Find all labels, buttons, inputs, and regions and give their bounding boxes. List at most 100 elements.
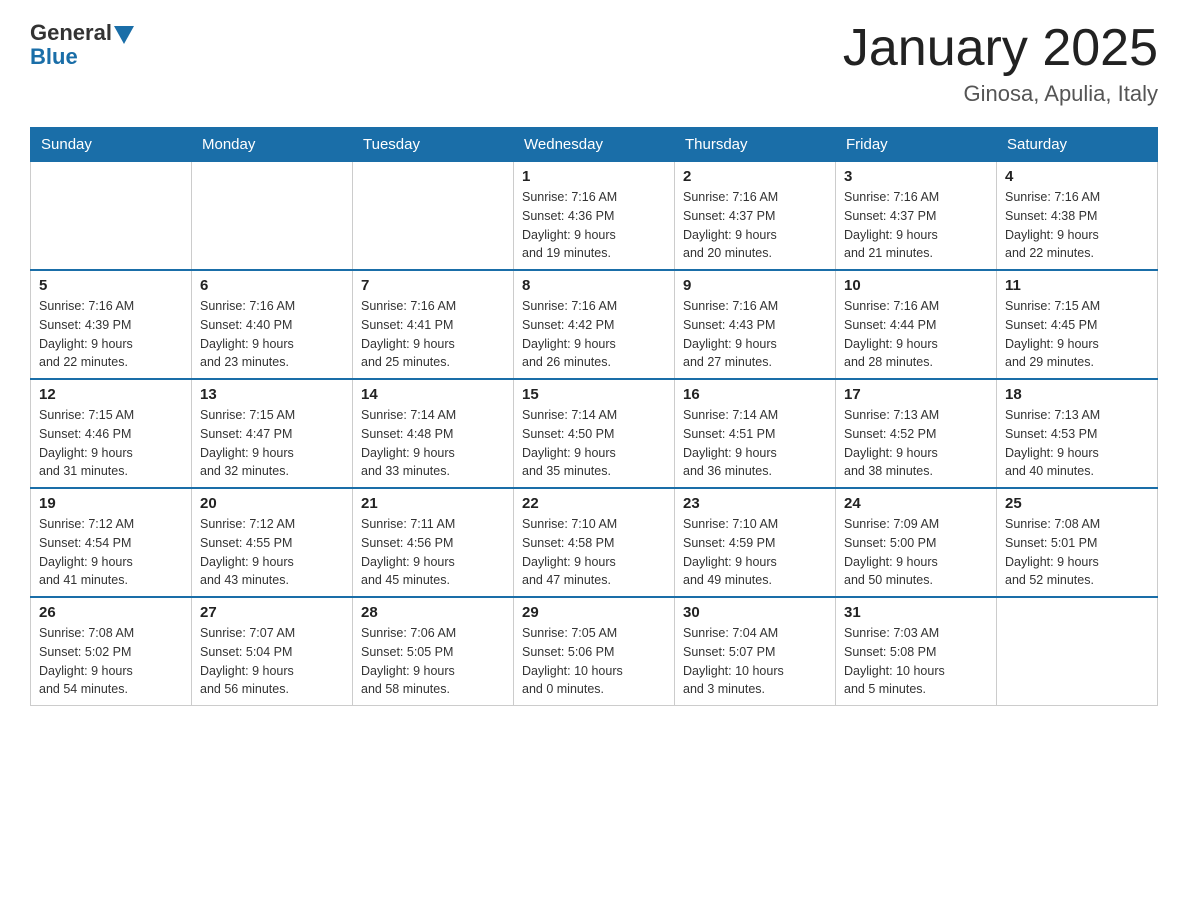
- calendar-week-row: 1Sunrise: 7:16 AMSunset: 4:36 PMDaylight…: [31, 162, 1158, 271]
- day-number: 15: [522, 386, 666, 403]
- calendar-cell: [353, 162, 514, 271]
- day-number: 2: [683, 168, 827, 185]
- calendar-cell: [997, 597, 1158, 706]
- calendar-cell: 27 Sunrise: 7:07 AMSunset: 5:04 PMDayligh…: [192, 597, 353, 706]
- day-number: 17: [844, 386, 988, 403]
- day-number: 7: [361, 277, 505, 294]
- day-number: 28: [361, 604, 505, 621]
- day-number: 25: [1005, 495, 1149, 512]
- weekday-header-saturday: Saturday: [997, 128, 1158, 162]
- day-number: 24: [844, 495, 988, 512]
- calendar-cell: 28 Sunrise: 7:06 AMSunset: 5:05 PMDayligh…: [353, 597, 514, 706]
- calendar-cell: 18Sunrise: 7:13 AMSunset: 4:53 PMDayligh…: [997, 379, 1158, 488]
- day-number: 3: [844, 168, 988, 185]
- calendar-week-row: 26Sunrise: 7:08 AMSunset: 5:02 PMDayligh…: [31, 597, 1158, 706]
- calendar-cell: 4 Sunrise: 7:16 AMSunset: 4:38 PMDaylight…: [997, 162, 1158, 271]
- calendar-cell: 6 Sunrise: 7:16 AMSunset: 4:40 PMDaylight…: [192, 270, 353, 379]
- day-info: Sunrise: 7:11 AMSunset: 4:56 PMDaylight:…: [361, 515, 505, 590]
- day-info: Sunrise: 7:04 AMSunset: 5:07 PMDaylight:…: [683, 624, 827, 699]
- calendar-cell: 10 Sunrise: 7:16 AMSunset: 4:44 PMDayligh…: [836, 270, 997, 379]
- day-info: Sunrise: 7:07 AMSunset: 5:04 PMDaylight:…: [200, 624, 344, 699]
- day-number: 8: [522, 277, 666, 294]
- weekday-header-friday: Friday: [836, 128, 997, 162]
- calendar-cell: 19 Sunrise: 7:12 AMSunset: 4:54 PMDayligh…: [31, 488, 192, 597]
- day-number: 6: [200, 277, 344, 294]
- day-info: Sunrise: 7:13 AMSunset: 4:52 PMDaylight:…: [844, 406, 988, 481]
- day-number: 5: [39, 277, 183, 294]
- calendar-cell: 15 Sunrise: 7:14 AMSunset: 4:50 PMDayligh…: [514, 379, 675, 488]
- day-number: 29: [522, 604, 666, 621]
- weekday-header-monday: Monday: [192, 128, 353, 162]
- day-number: 13: [200, 386, 344, 403]
- calendar-cell: 8 Sunrise: 7:16 AMSunset: 4:42 PMDaylight…: [514, 270, 675, 379]
- day-info: Sunrise: 7:14 AMSunset: 4:50 PMDaylight:…: [522, 406, 666, 481]
- calendar-cell: 13 Sunrise: 7:15 AMSunset: 4:47 PMDayligh…: [192, 379, 353, 488]
- day-info: Sunrise: 7:14 AMSunset: 4:51 PMDaylight:…: [683, 406, 827, 481]
- day-info: Sunrise: 7:16 AMSunset: 4:39 PMDaylight:…: [39, 297, 183, 372]
- day-number: 4: [1005, 168, 1149, 185]
- calendar-cell: [192, 162, 353, 271]
- day-number: 26: [39, 604, 183, 621]
- logo-blue-text: Blue: [30, 44, 78, 70]
- day-info: Sunrise: 7:10 AMSunset: 4:59 PMDaylight:…: [683, 515, 827, 590]
- weekday-header-thursday: Thursday: [675, 128, 836, 162]
- day-number: 16: [683, 386, 827, 403]
- day-info: Sunrise: 7:15 AMSunset: 4:47 PMDaylight:…: [200, 406, 344, 481]
- day-info: Sunrise: 7:15 AMSunset: 4:46 PMDaylight:…: [39, 406, 183, 481]
- day-number: 1: [522, 168, 666, 185]
- calendar-cell: 16 Sunrise: 7:14 AMSunset: 4:51 PMDayligh…: [675, 379, 836, 488]
- calendar-cell: 3 Sunrise: 7:16 AMSunset: 4:37 PMDaylight…: [836, 162, 997, 271]
- weekday-header-tuesday: Tuesday: [353, 128, 514, 162]
- calendar-cell: 2 Sunrise: 7:16 AMSunset: 4:37 PMDaylight…: [675, 162, 836, 271]
- day-number: 18: [1005, 386, 1149, 403]
- day-number: 19: [39, 495, 183, 512]
- day-info: Sunrise: 7:16 AMSunset: 4:37 PMDaylight:…: [844, 188, 988, 263]
- weekday-header-sunday: Sunday: [31, 128, 192, 162]
- calendar-cell: 17 Sunrise: 7:13 AMSunset: 4:52 PMDayligh…: [836, 379, 997, 488]
- page-header: General Blue January 2025 Ginosa, Apulia…: [30, 20, 1158, 107]
- calendar-subtitle: Ginosa, Apulia, Italy: [843, 81, 1158, 107]
- day-number: 10: [844, 277, 988, 294]
- day-info: Sunrise: 7:06 AMSunset: 5:05 PMDaylight:…: [361, 624, 505, 699]
- calendar-cell: 20Sunrise: 7:12 AMSunset: 4:55 PMDayligh…: [192, 488, 353, 597]
- day-info: Sunrise: 7:16 AMSunset: 4:41 PMDaylight:…: [361, 297, 505, 372]
- calendar-cell: 12 Sunrise: 7:15 AMSunset: 4:46 PMDayligh…: [31, 379, 192, 488]
- calendar-cell: 22 Sunrise: 7:10 AMSunset: 4:58 PMDayligh…: [514, 488, 675, 597]
- day-info: Sunrise: 7:16 AMSunset: 4:44 PMDaylight:…: [844, 297, 988, 372]
- calendar-cell: 29 Sunrise: 7:05 AMSunset: 5:06 PMDayligh…: [514, 597, 675, 706]
- day-info: Sunrise: 7:16 AMSunset: 4:38 PMDaylight:…: [1005, 188, 1149, 263]
- calendar-cell: 9Sunrise: 7:16 AMSunset: 4:43 PMDaylight…: [675, 270, 836, 379]
- calendar-cell: 25Sunrise: 7:08 AMSunset: 5:01 PMDayligh…: [997, 488, 1158, 597]
- day-info: Sunrise: 7:16 AMSunset: 4:40 PMDaylight:…: [200, 297, 344, 372]
- calendar-cell: 5 Sunrise: 7:16 AMSunset: 4:39 PMDaylight…: [31, 270, 192, 379]
- day-info: Sunrise: 7:10 AMSunset: 4:58 PMDaylight:…: [522, 515, 666, 590]
- day-number: 12: [39, 386, 183, 403]
- day-info: Sunrise: 7:09 AMSunset: 5:00 PMDaylight:…: [844, 515, 988, 590]
- day-info: Sunrise: 7:12 AMSunset: 4:54 PMDaylight:…: [39, 515, 183, 590]
- calendar-cell: 21 Sunrise: 7:11 AMSunset: 4:56 PMDayligh…: [353, 488, 514, 597]
- day-info: Sunrise: 7:15 AMSunset: 4:45 PMDaylight:…: [1005, 297, 1149, 372]
- day-info: Sunrise: 7:05 AMSunset: 5:06 PMDaylight:…: [522, 624, 666, 699]
- calendar-cell: 26Sunrise: 7:08 AMSunset: 5:02 PMDayligh…: [31, 597, 192, 706]
- logo: General Blue: [30, 20, 134, 70]
- day-number: 21: [361, 495, 505, 512]
- day-number: 11: [1005, 277, 1149, 294]
- calendar-cell: 31Sunrise: 7:03 AMSunset: 5:08 PMDayligh…: [836, 597, 997, 706]
- calendar-title: January 2025: [843, 20, 1158, 77]
- calendar-table: SundayMondayTuesdayWednesdayThursdayFrid…: [30, 127, 1158, 706]
- calendar-week-row: 19 Sunrise: 7:12 AMSunset: 4:54 PMDayligh…: [31, 488, 1158, 597]
- day-info: Sunrise: 7:14 AMSunset: 4:48 PMDaylight:…: [361, 406, 505, 481]
- calendar-cell: 30Sunrise: 7:04 AMSunset: 5:07 PMDayligh…: [675, 597, 836, 706]
- day-number: 27: [200, 604, 344, 621]
- day-info: Sunrise: 7:16 AMSunset: 4:37 PMDaylight:…: [683, 188, 827, 263]
- day-info: Sunrise: 7:03 AMSunset: 5:08 PMDaylight:…: [844, 624, 988, 699]
- title-section: January 2025 Ginosa, Apulia, Italy: [843, 20, 1158, 107]
- day-info: Sunrise: 7:16 AMSunset: 4:43 PMDaylight:…: [683, 297, 827, 372]
- calendar-cell: 24 Sunrise: 7:09 AMSunset: 5:00 PMDayligh…: [836, 488, 997, 597]
- day-number: 20: [200, 495, 344, 512]
- weekday-header-row: SundayMondayTuesdayWednesdayThursdayFrid…: [31, 128, 1158, 162]
- calendar-cell: 7 Sunrise: 7:16 AMSunset: 4:41 PMDaylight…: [353, 270, 514, 379]
- day-number: 22: [522, 495, 666, 512]
- day-info: Sunrise: 7:16 AMSunset: 4:42 PMDaylight:…: [522, 297, 666, 372]
- calendar-week-row: 5 Sunrise: 7:16 AMSunset: 4:39 PMDaylight…: [31, 270, 1158, 379]
